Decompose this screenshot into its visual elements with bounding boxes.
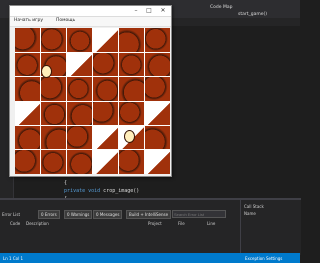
puzzle-tile[interactable] — [118, 76, 145, 101]
puzzle-tile[interactable] — [92, 76, 119, 101]
col-file[interactable]: File — [178, 221, 185, 226]
puzzle-tile[interactable] — [66, 28, 93, 53]
puzzle-tile[interactable] — [118, 28, 145, 53]
puzzle-eye-detail — [123, 130, 135, 144]
messages-filter-button[interactable]: 0 Messages — [93, 210, 123, 219]
puzzle-tile[interactable] — [66, 125, 93, 150]
puzzle-board — [15, 28, 170, 174]
puzzle-tile[interactable] — [92, 149, 119, 174]
call-stack-title: Call Stack — [244, 204, 264, 209]
puzzle-tile[interactable] — [66, 149, 93, 174]
puzzle-tile[interactable] — [15, 28, 41, 53]
puzzle-tile[interactable] — [15, 149, 41, 174]
app-title-bar: – □ ✕ — [10, 6, 171, 17]
status-bar: Ln 1 Col 1 Exception Settings — [0, 253, 300, 263]
puzzle-tile[interactable] — [144, 76, 170, 101]
puzzle-tile[interactable] — [144, 125, 170, 150]
puzzle-tile[interactable] — [144, 149, 170, 174]
call-stack-name-column[interactable]: Name — [244, 211, 256, 216]
puzzle-tile[interactable] — [92, 52, 119, 77]
build-filter-select[interactable]: Build + IntelliSense — [126, 210, 172, 219]
puzzle-grid-line — [15, 51, 170, 53]
start-game-tab[interactable]: start_game() — [238, 12, 267, 17]
puzzle-grid-line — [15, 149, 170, 151]
puzzle-tile[interactable] — [40, 101, 67, 126]
puzzle-tile[interactable] — [15, 101, 41, 126]
puzzle-tile[interactable] — [40, 149, 67, 174]
puzzle-tile[interactable] — [144, 28, 170, 53]
errors-filter-button[interactable]: 0 Errors — [38, 210, 60, 219]
puzzle-tile[interactable] — [144, 52, 170, 77]
puzzle-tile[interactable] — [118, 52, 145, 77]
status-left: Ln 1 Col 1 — [3, 256, 24, 261]
code-map-label[interactable]: Code Map — [210, 5, 232, 10]
puzzle-tile[interactable] — [40, 76, 67, 101]
puzzle-tile[interactable] — [15, 125, 41, 150]
puzzle-tile[interactable] — [40, 28, 67, 53]
col-line[interactable]: Line — [207, 221, 215, 226]
puzzle-tile[interactable] — [66, 101, 93, 126]
app-menu-bar: Начать игру Помощь — [10, 17, 171, 27]
menu-start-game[interactable]: Начать игру — [14, 18, 43, 23]
maximize-icon[interactable]: □ — [144, 6, 154, 16]
error-list-title: Error List — [2, 212, 21, 217]
puzzle-tile[interactable] — [92, 28, 119, 53]
col-code[interactable]: Code — [10, 221, 20, 226]
minimize-icon[interactable]: – — [131, 6, 141, 16]
warnings-filter-button[interactable]: 0 Warnings — [64, 210, 93, 219]
puzzle-tile[interactable] — [144, 101, 170, 126]
puzzle-app-window: – □ ✕ Начать игру Помощь — [9, 5, 172, 177]
col-project[interactable]: Project — [148, 221, 162, 226]
error-list-panel: Error List 0 Errors 0 Warnings 0 Message… — [0, 198, 240, 255]
menu-help[interactable]: Помощь — [56, 18, 75, 23]
puzzle-tile[interactable] — [15, 52, 41, 77]
puzzle-grid-line — [15, 100, 170, 102]
puzzle-tile[interactable] — [15, 76, 41, 101]
puzzle-eye-detail — [40, 64, 52, 78]
puzzle-tile[interactable] — [118, 101, 145, 126]
puzzle-tile[interactable] — [118, 149, 145, 174]
puzzle-grid-line — [15, 124, 170, 126]
status-right[interactable]: Exception Settings — [245, 256, 282, 261]
puzzle-grid-line — [15, 76, 170, 78]
close-icon[interactable]: ✕ — [158, 6, 168, 16]
col-description[interactable]: Description — [26, 221, 49, 226]
puzzle-tile[interactable] — [92, 101, 119, 126]
puzzle-tile[interactable] — [66, 76, 93, 101]
call-stack-panel: Call Stack Name — [240, 198, 301, 255]
puzzle-tile[interactable] — [40, 125, 67, 150]
puzzle-tile[interactable] — [92, 125, 119, 150]
error-list-search-input[interactable] — [172, 210, 226, 218]
puzzle-tile[interactable] — [66, 52, 93, 77]
